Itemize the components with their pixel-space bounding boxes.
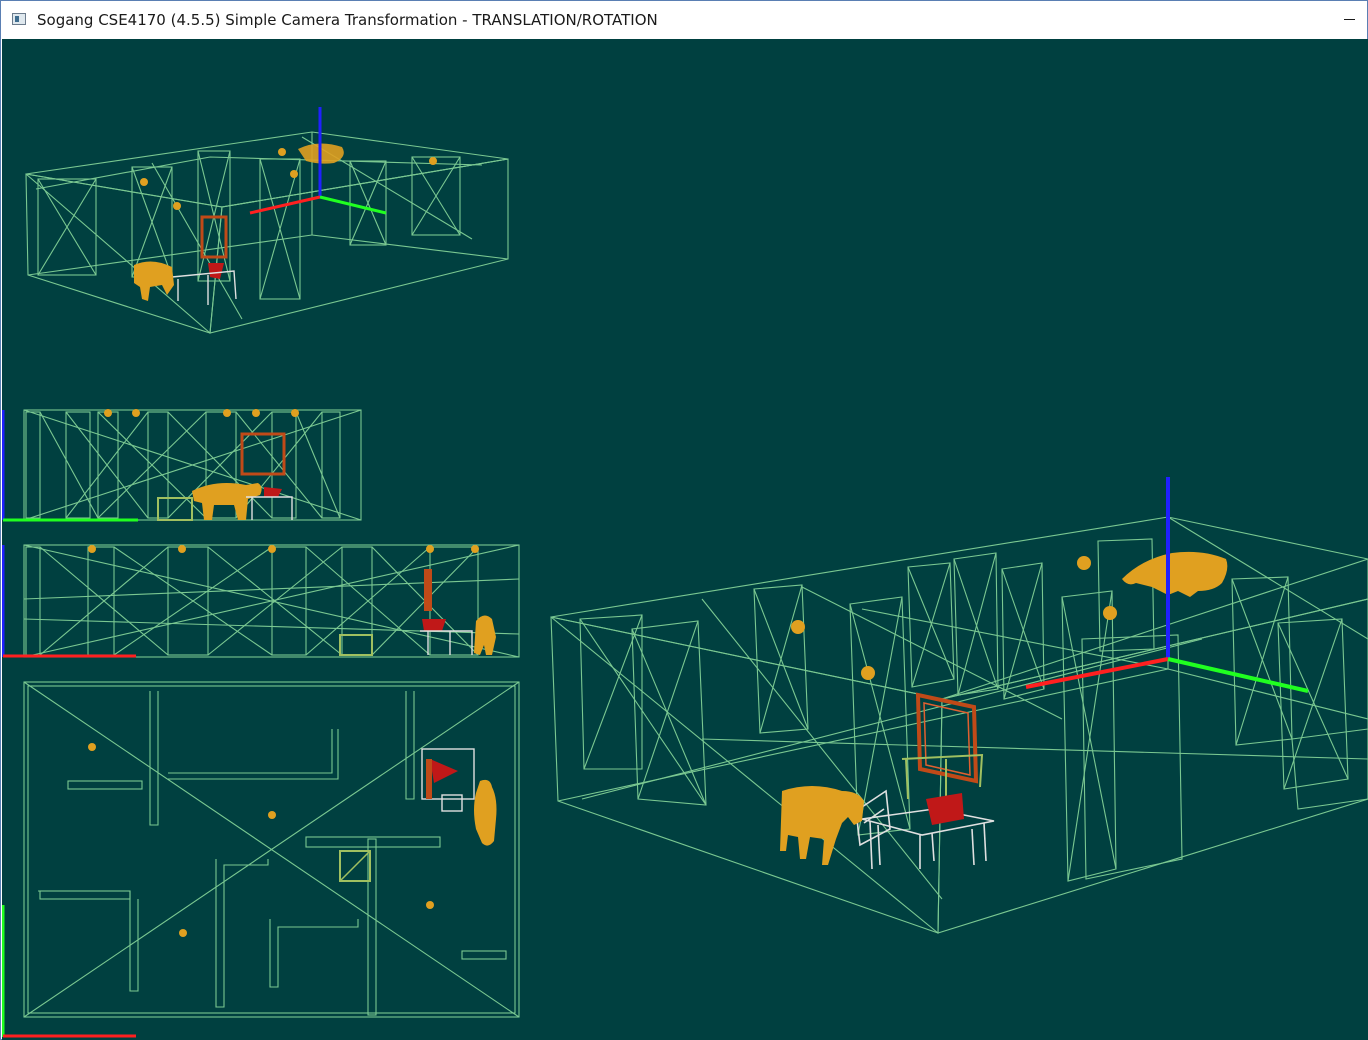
viewport-top-ortho[interactable] [2,681,520,1038]
front-objects [104,409,299,521]
main-objects [780,551,1228,870]
viewport-perspective-small[interactable] [25,107,509,334]
viewport-perspective-main[interactable] [550,477,1368,934]
window-title: Sogang CSE4170 (4.5.5) Simple Camera Tra… [37,11,658,29]
title-bar[interactable]: Sogang CSE4170 (4.5.5) Simple Camera Tra… [1,1,1367,39]
small-objects [134,143,437,305]
opengl-viewport[interactable] [2,39,1368,1040]
viewport-side-ortho[interactable] [2,544,520,658]
top-objects [88,743,497,937]
scene-canvas [2,107,1368,1038]
viewport-front-ortho[interactable] [2,409,362,522]
app-window: Sogang CSE4170 (4.5.5) Simple Camera Tra… [0,0,1368,1040]
app-icon [12,13,26,25]
minimize-button[interactable] [1331,1,1367,39]
main-axes [1025,477,1309,693]
